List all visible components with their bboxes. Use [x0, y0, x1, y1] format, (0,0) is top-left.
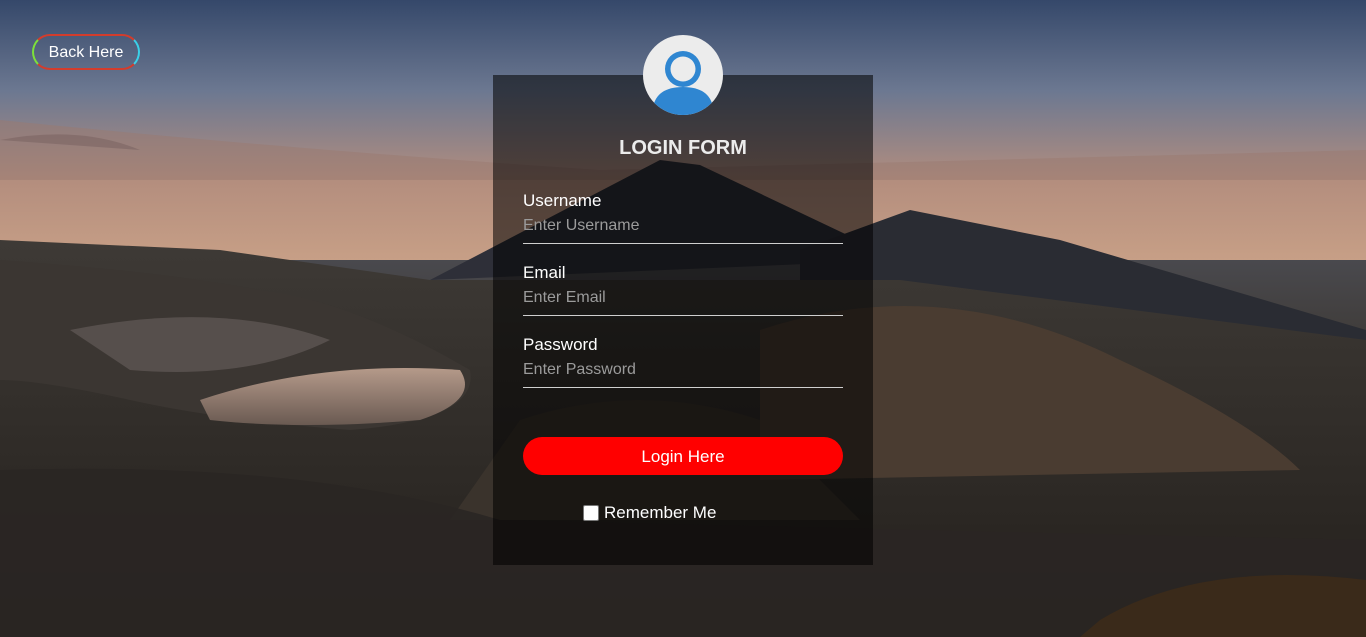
password-label: Password — [523, 335, 598, 354]
form-title: LOGIN FORM — [619, 137, 747, 159]
remember-me-checkbox[interactable] — [583, 505, 599, 521]
username-field-group: Username — [523, 191, 843, 244]
login-button[interactable]: Login Here — [523, 437, 843, 475]
remember-me-row[interactable]: Remember Me — [583, 503, 716, 523]
remember-me-label: Remember Me — [604, 503, 717, 522]
email-label: Email — [523, 263, 566, 282]
password-input[interactable] — [523, 361, 843, 388]
login-panel: LOGIN FORM Username Email Password Login… — [493, 35, 873, 565]
email-input[interactable] — [523, 289, 843, 316]
username-label: Username — [523, 191, 602, 210]
back-button[interactable]: Back Here — [32, 34, 140, 70]
username-input[interactable] — [523, 217, 843, 244]
password-field-group: Password — [523, 335, 843, 388]
email-field-group: Email — [523, 263, 843, 316]
user-avatar-icon — [643, 35, 723, 115]
